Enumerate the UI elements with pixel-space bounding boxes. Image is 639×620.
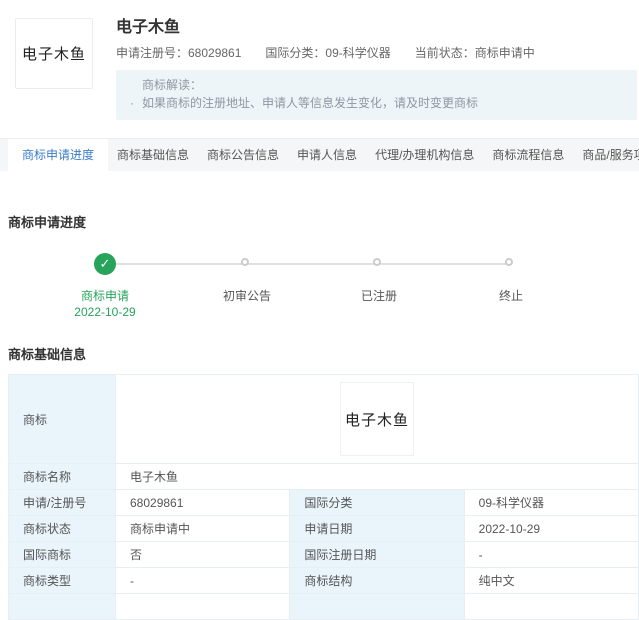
step-circle-completed: ✓	[94, 253, 116, 275]
status-value-cell: 商标申请中	[116, 516, 290, 542]
intl-reg-date-value-cell: -	[464, 542, 638, 568]
regno-value-cell: 68029861	[116, 490, 290, 516]
trademark-image-cell: 电子木鱼	[116, 375, 639, 464]
table-row-status-date: 商标状态 商标申请中 申请日期 2022-10-29	[9, 516, 639, 542]
check-icon: ✓	[100, 256, 111, 271]
step-label-preliminary: 初审公告	[223, 287, 271, 304]
table-row-type-structure: 商标类型 - 商标结构 纯中文	[9, 568, 639, 594]
trademark-label-cell: 商标	[9, 375, 116, 464]
stepper-line	[105, 263, 511, 265]
regno-label-cell: 申请/注册号	[9, 490, 116, 516]
trademark-image-text: 电子木鱼	[345, 409, 409, 430]
header-main: 电子木鱼 申请注册号：68029861 国际分类：09-科学仪器 当前状态：商标…	[116, 18, 637, 120]
trademark-image: 电子木鱼	[340, 382, 414, 456]
step-label-apply: 商标申请	[81, 287, 129, 304]
status-label-cell: 商标状态	[9, 516, 116, 542]
tm-structure-label-cell: 商标结构	[290, 568, 464, 594]
tm-type-value-cell: -	[116, 568, 290, 594]
apply-date-value-cell: 2022-10-29	[464, 516, 638, 542]
notice-box: 商标解读： · 如果商标的注册地址、申请人等信息发生变化，请及时变更商标	[116, 70, 637, 120]
notice-text: 如果商标的注册地址、申请人等信息发生变化，请及时变更商标	[142, 95, 478, 111]
step-label-registered: 已注册	[361, 287, 397, 304]
basic-info-table: 商标 电子木鱼 商标名称 电子木鱼 申请/注册号 68029861 国际分类 0…	[8, 374, 639, 620]
intl-tm-label-cell: 国际商标	[9, 542, 116, 568]
tab-applicant-info[interactable]: 申请人信息	[288, 139, 366, 171]
step-circle-pending	[241, 258, 249, 266]
notice-title: 商标解读：	[142, 77, 623, 93]
tab-announcement-info[interactable]: 商标公告信息	[198, 139, 288, 171]
trademark-logo-box: 电子木鱼	[15, 18, 93, 89]
apply-date-label-cell: 申请日期	[290, 516, 464, 542]
tm-type-label-cell: 商标类型	[9, 568, 116, 594]
table-row-name: 商标名称 电子木鱼	[9, 464, 639, 490]
progress-stepper: ✓ 商标申请 2022-10-29 初审公告 已注册 终止	[0, 247, 639, 323]
step-label-terminated: 终止	[499, 287, 523, 304]
tab-agency-info[interactable]: 代理/办理机构信息	[366, 139, 483, 171]
name-label-cell: 商标名称	[9, 464, 116, 490]
trademark-logo-text: 电子木鱼	[22, 43, 86, 64]
header: 电子木鱼 电子木鱼 申请注册号：68029861 国际分类：09-科学仪器 当前…	[0, 0, 639, 120]
step-date-apply: 2022-10-29	[74, 305, 135, 319]
current-status-info: 当前状态：商标申请中	[415, 46, 535, 60]
step-circle-pending	[373, 258, 381, 266]
intl-class-info: 国际分类：09-科学仪器	[265, 46, 390, 60]
intl-class-label-cell: 国际分类	[290, 490, 464, 516]
table-row-intl: 国际商标 否 国际注册日期 -	[9, 542, 639, 568]
name-value-cell: 电子木鱼	[116, 464, 639, 490]
notice-item: · 如果商标的注册地址、申请人等信息发生变化，请及时变更商标	[130, 95, 623, 111]
step-circle-pending	[505, 258, 513, 266]
tm-structure-value-cell: 纯中文	[464, 568, 638, 594]
intl-reg-date-label-cell: 国际注册日期	[290, 542, 464, 568]
table-row-partial	[9, 594, 639, 620]
tab-process-info[interactable]: 商标流程信息	[483, 139, 573, 171]
tab-bar: 商标申请进度 商标基础信息 商标公告信息 申请人信息 代理/办理机构信息 商标流…	[0, 138, 639, 171]
basic-info-section-title: 商标基础信息	[8, 347, 639, 362]
tab-trademark-progress[interactable]: 商标申请进度	[8, 139, 108, 171]
progress-section-title: 商标申请进度	[8, 215, 639, 230]
intl-tm-value-cell: 否	[116, 542, 290, 568]
bullet-icon: ·	[130, 95, 142, 111]
tab-goods-services[interactable]: 商品/服务项目	[573, 139, 639, 171]
page-title: 电子木鱼	[116, 18, 637, 37]
reg-number-info: 申请注册号：68029861	[116, 46, 241, 60]
table-row-regno-class: 申请/注册号 68029861 国际分类 09-科学仪器	[9, 490, 639, 516]
intl-class-value-cell: 09-科学仪器	[464, 490, 638, 516]
tab-basic-info[interactable]: 商标基础信息	[108, 139, 198, 171]
table-row-trademark: 商标 电子木鱼	[9, 375, 639, 464]
header-info-line: 申请注册号：68029861 国际分类：09-科学仪器 当前状态：商标申请中	[116, 46, 637, 60]
